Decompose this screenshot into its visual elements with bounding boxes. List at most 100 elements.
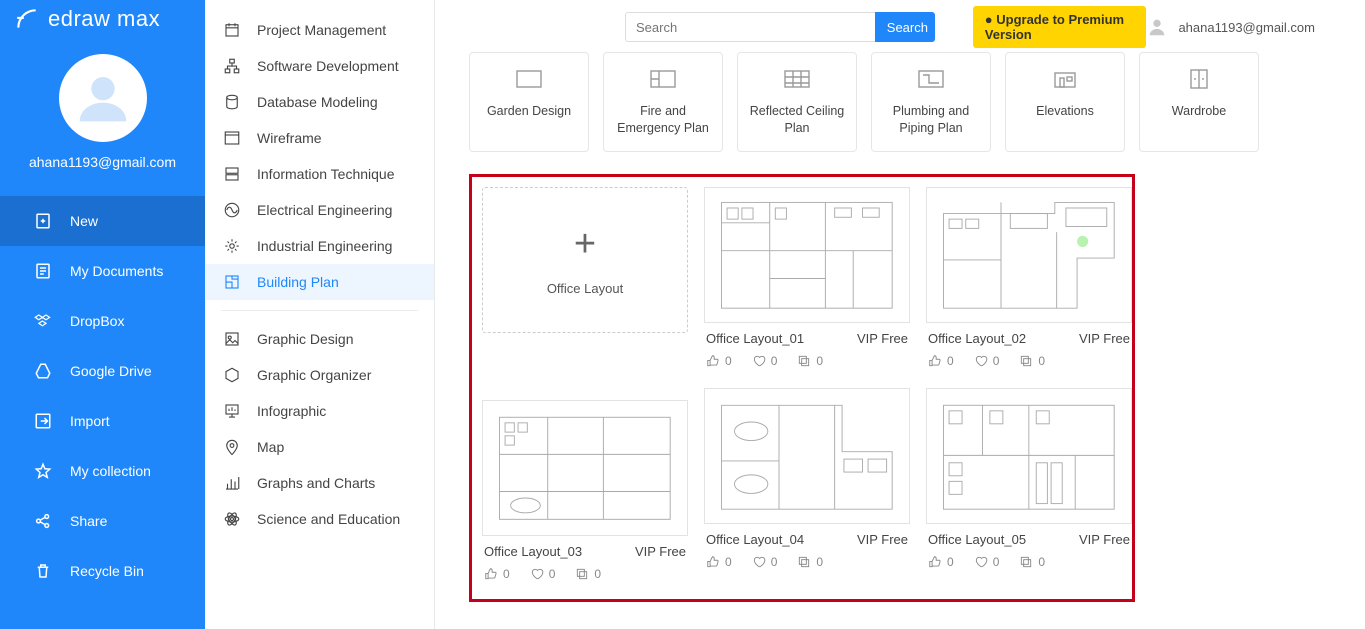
cat-label: Infographic: [257, 403, 326, 419]
template-card-01[interactable]: Office Layout_01 VIP Free 0 0 0: [704, 187, 910, 372]
plus-file-icon: [34, 212, 52, 230]
cat-science-education[interactable]: Science and Education: [205, 501, 434, 537]
template-stats: 0 0 0: [482, 563, 688, 585]
like-stat[interactable]: 0: [928, 354, 954, 368]
like-stat[interactable]: 0: [706, 354, 732, 368]
search-button[interactable]: Search: [875, 12, 935, 42]
like-stat[interactable]: 0: [484, 567, 510, 581]
floorplan-icon: [223, 273, 241, 291]
cat-map[interactable]: Map: [205, 429, 434, 465]
hexagon-icon: [223, 366, 241, 384]
nav-my-documents[interactable]: My Documents: [0, 246, 205, 296]
import-icon: [34, 412, 52, 430]
cat-project-management[interactable]: Project Management: [205, 12, 434, 48]
gdrive-icon: [34, 362, 52, 380]
template-title: Office Layout_02: [928, 331, 1026, 346]
trash-icon: [34, 562, 52, 580]
template-title: Office Layout_03: [484, 544, 582, 559]
cat-graphic-design[interactable]: Graphic Design: [205, 321, 434, 357]
avatar[interactable]: [59, 54, 147, 142]
cat-label: Database Modeling: [257, 94, 378, 110]
copy-stat[interactable]: 0: [575, 567, 601, 581]
account-block[interactable]: ahana1193@gmail.com: [1146, 16, 1315, 38]
tile-elevations[interactable]: Elevations: [1005, 52, 1125, 152]
fire-icon: [645, 65, 681, 93]
tile-label: Garden Design: [481, 93, 577, 120]
copy-stat[interactable]: 0: [1019, 354, 1045, 368]
like-stat[interactable]: 0: [928, 555, 954, 569]
template-title: Office Layout_04: [706, 532, 804, 547]
user-icon: [1146, 16, 1168, 38]
nav-share-label: Share: [70, 513, 107, 529]
nav-import[interactable]: Import: [0, 396, 205, 446]
cat-graphic-organizer[interactable]: Graphic Organizer: [205, 357, 434, 393]
documents-icon: [34, 262, 52, 280]
tile-label: Elevations: [1030, 93, 1100, 120]
template-card-04[interactable]: Office Layout_04 VIP Free 0 0 0: [704, 388, 910, 573]
nav-share[interactable]: Share: [0, 496, 205, 546]
heart-icon: [752, 555, 766, 569]
heart-icon: [974, 354, 988, 368]
vip-badge: VIP Free: [1079, 532, 1130, 547]
template-card-03[interactable]: Office Layout_03 VIP Free 0 0 0: [482, 400, 688, 585]
star-icon: [34, 462, 52, 480]
heart-stat[interactable]: 0: [530, 567, 556, 581]
nav-google-drive[interactable]: Google Drive: [0, 346, 205, 396]
image-icon: [223, 330, 241, 348]
cat-label: Software Development: [257, 58, 399, 74]
upgrade-banner[interactable]: ● Upgrade to Premium Version: [973, 6, 1147, 48]
copy-stat[interactable]: 0: [797, 354, 823, 368]
tile-wardrobe[interactable]: Wardrobe: [1139, 52, 1259, 152]
gear-icon: [223, 237, 241, 255]
nav-my-collection[interactable]: My collection: [0, 446, 205, 496]
nav-recycle-bin[interactable]: Recycle Bin: [0, 546, 205, 596]
search-input[interactable]: [625, 12, 905, 42]
template-stats: 0 0 0: [926, 551, 1132, 573]
cat-infographic[interactable]: Infographic: [205, 393, 434, 429]
thumbs-up-icon: [706, 354, 720, 368]
heart-stat[interactable]: 0: [752, 354, 778, 368]
heart-stat[interactable]: 0: [974, 555, 1000, 569]
nav-docs-label: My Documents: [70, 263, 163, 279]
nav-new[interactable]: New: [0, 196, 205, 246]
new-template-card[interactable]: + Office Layout: [482, 187, 688, 333]
wardrobe-icon: [1181, 65, 1217, 93]
thumbs-up-icon: [484, 567, 498, 581]
nav-new-label: New: [70, 213, 98, 229]
category-panel: Project Management Software Development …: [205, 0, 435, 629]
cat-industrial-engineering[interactable]: Industrial Engineering: [205, 228, 434, 264]
divider: [221, 310, 418, 311]
cat-building-plan[interactable]: Building Plan: [205, 264, 434, 300]
thumbs-up-icon: [928, 555, 942, 569]
copy-stat[interactable]: 0: [1019, 555, 1045, 569]
cat-graphs-charts[interactable]: Graphs and Charts: [205, 465, 434, 501]
cat-electrical-engineering[interactable]: Electrical Engineering: [205, 192, 434, 228]
heart-stat[interactable]: 0: [752, 555, 778, 569]
template-title: Office Layout_01: [706, 331, 804, 346]
thumbs-up-icon: [928, 354, 942, 368]
tile-fire-emergency[interactable]: Fire and Emergency Plan: [603, 52, 723, 152]
cat-software-development[interactable]: Software Development: [205, 48, 434, 84]
cat-wireframe[interactable]: Wireframe: [205, 120, 434, 156]
like-stat[interactable]: 0: [706, 555, 732, 569]
primary-nav: New My Documents DropBox Google Drive Im…: [0, 196, 205, 596]
heart-icon: [530, 567, 544, 581]
cat-database-modeling[interactable]: Database Modeling: [205, 84, 434, 120]
plumbing-icon: [913, 65, 949, 93]
tile-plumbing-piping[interactable]: Plumbing and Piping Plan: [871, 52, 991, 152]
tile-reflected-ceiling[interactable]: Reflected Ceiling Plan: [737, 52, 857, 152]
cat-label: Project Management: [257, 22, 386, 38]
nav-dropbox[interactable]: DropBox: [0, 296, 205, 346]
cat-information-technique[interactable]: Information Technique: [205, 156, 434, 192]
new-template-label: Office Layout: [547, 281, 623, 296]
copy-stat[interactable]: 0: [797, 555, 823, 569]
cat-label: Graphic Organizer: [257, 367, 371, 383]
template-card-02[interactable]: Office Layout_02 VIP Free 0 0 0: [926, 187, 1132, 372]
template-thumb: [482, 400, 688, 536]
heart-stat[interactable]: 0: [974, 354, 1000, 368]
template-card-05[interactable]: Office Layout_05 VIP Free 0 0 0: [926, 388, 1132, 573]
plus-icon: +: [574, 225, 596, 263]
garden-icon: [511, 65, 547, 93]
tile-garden-design[interactable]: Garden Design: [469, 52, 589, 152]
copy-icon: [1019, 555, 1033, 569]
